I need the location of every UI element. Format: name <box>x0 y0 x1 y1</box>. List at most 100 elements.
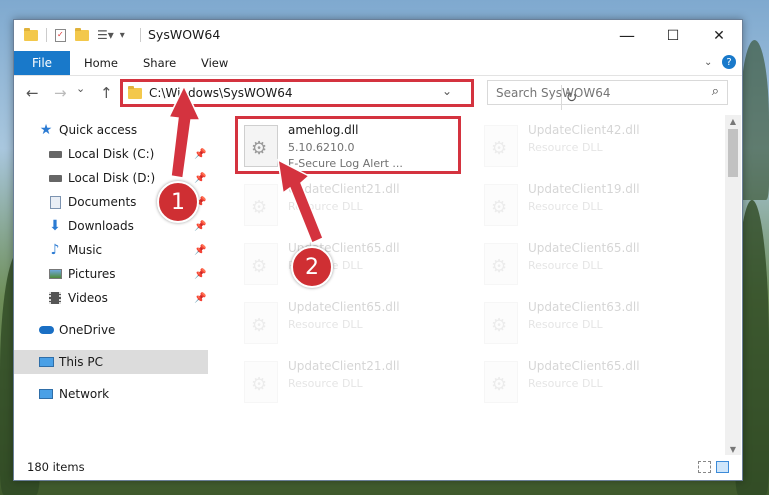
sidebar-item-label: Documents <box>68 195 137 209</box>
vertical-scrollbar[interactable]: ▲ ▼ <box>725 115 741 455</box>
search-box[interactable]: ⌕ <box>487 80 728 105</box>
file-item[interactable]: UpdateClient19.dll Resource DLL <box>480 180 700 236</box>
search-input[interactable] <box>494 85 698 101</box>
sidebar-item-local-disk-c[interactable]: Local Disk (C:) 📌 <box>14 142 208 166</box>
file-description: Resource DLL <box>528 259 603 272</box>
tab-share[interactable]: Share <box>143 51 176 75</box>
file-description: Resource DLL <box>528 318 603 331</box>
file-list: amehlog.dll 5.10.6210.0 F-Secure Log Ale… <box>223 115 725 455</box>
sidebar-item-label: Quick access <box>59 123 138 137</box>
dll-file-icon <box>484 125 518 167</box>
file-item[interactable]: UpdateClient65.dll Resource DLL <box>480 357 700 413</box>
back-button[interactable]: ← <box>26 84 39 102</box>
file-description: Resource DLL <box>528 141 603 154</box>
forward-button[interactable]: → <box>54 84 67 102</box>
file-item[interactable]: UpdateClient42.dll Resource DLL <box>480 121 700 177</box>
new-folder-icon[interactable] <box>75 27 89 41</box>
sidebar-item-label: Pictures <box>68 267 116 281</box>
customize-toolbar-icon[interactable]: ☰▾ <box>97 28 114 42</box>
file-name: UpdateClient63.dll <box>528 300 640 314</box>
status-bar: 180 items <box>14 455 742 480</box>
dll-file-icon <box>484 361 518 403</box>
pin-icon[interactable]: 📌 <box>194 221 206 232</box>
details-view-icon[interactable] <box>698 461 711 473</box>
pin-icon[interactable]: 📌 <box>194 245 206 256</box>
pin-icon[interactable]: 📌 <box>194 149 206 160</box>
videos-icon <box>47 290 63 306</box>
sidebar-item-label: Local Disk (D:) <box>68 171 156 185</box>
sidebar-item-videos[interactable]: Videos 📌 <box>14 286 208 310</box>
address-highlight-box <box>120 79 474 107</box>
star-icon: ★ <box>39 122 53 138</box>
sidebar-item-pictures[interactable]: Pictures 📌 <box>14 262 208 286</box>
drive-icon <box>47 170 63 186</box>
file-name: UpdateClient21.dll <box>288 359 400 373</box>
navigation-pane: ★ Quick access Local Disk (C:) 📌 Local D… <box>14 115 208 455</box>
close-button[interactable]: ✕ <box>696 20 742 51</box>
minimize-button[interactable]: — <box>604 20 650 51</box>
pin-icon[interactable]: 📌 <box>194 173 206 184</box>
tab-view[interactable]: View <box>201 51 228 75</box>
download-icon: ⬇ <box>49 218 61 234</box>
dll-file-icon <box>244 302 278 344</box>
file-description: Resource DLL <box>288 318 363 331</box>
search-icon[interactable]: ⌕ <box>712 84 719 99</box>
scroll-up-icon[interactable]: ▲ <box>725 115 741 127</box>
toolbar-dropdown-icon[interactable]: ▾ <box>120 30 125 41</box>
sidebar-item-label: This PC <box>59 355 103 369</box>
sidebar-item-onedrive[interactable]: OneDrive <box>14 318 208 342</box>
file-name: UpdateClient21.dll <box>288 182 400 196</box>
maximize-button[interactable]: ☐ <box>650 20 696 51</box>
file-item[interactable]: UpdateClient65.dll Resource DLL <box>480 239 700 295</box>
drive-icon <box>47 146 63 162</box>
dll-file-icon <box>244 243 278 285</box>
file-explorer-window: ✓ ☰▾ ▾ SysWOW64 — ☐ ✕ File Home Share Vi… <box>13 19 743 481</box>
sidebar-item-label: Network <box>59 387 110 401</box>
step-badge-1: 1 <box>157 181 199 223</box>
navigation-bar: ← → ⌄ ↑ C:\Windows\SysWOW64 ⌄ ↻ ⌕ <box>14 76 742 110</box>
dll-file-icon <box>484 184 518 226</box>
file-name: UpdateClient42.dll <box>528 123 640 137</box>
help-icon[interactable]: ? <box>722 55 736 69</box>
dll-file-icon <box>484 302 518 344</box>
file-item[interactable]: UpdateClient65.dll Resource DLL <box>240 239 460 295</box>
file-name: UpdateClient65.dll <box>288 300 400 314</box>
large-icons-view-icon[interactable] <box>716 461 729 473</box>
up-button[interactable]: ↑ <box>100 84 113 102</box>
pictures-icon <box>47 266 63 282</box>
file-highlight-box <box>235 116 461 174</box>
file-item[interactable]: UpdateClient21.dll Resource DLL <box>240 357 460 413</box>
folder-icon <box>24 27 38 41</box>
scroll-down-icon[interactable]: ▼ <box>725 443 741 455</box>
file-item[interactable]: UpdateClient63.dll Resource DLL <box>480 298 700 354</box>
sidebar-item-label: Music <box>68 243 103 257</box>
file-name: UpdateClient65.dll <box>528 359 640 373</box>
dll-file-icon <box>244 184 278 226</box>
file-description: Resource DLL <box>288 200 363 213</box>
title-divider <box>140 28 141 42</box>
file-item[interactable]: UpdateClient65.dll Resource DLL <box>240 298 460 354</box>
sidebar-item-label: Downloads <box>68 219 134 233</box>
tab-home[interactable]: Home <box>84 51 118 75</box>
sidebar-item-network[interactable]: Network <box>14 382 208 406</box>
sidebar-item-quick-access[interactable]: ★ Quick access <box>14 118 208 142</box>
sidebar-item-this-pc[interactable]: This PC <box>14 350 208 374</box>
pin-icon[interactable]: 📌 <box>194 269 206 280</box>
computer-icon <box>38 354 54 370</box>
file-description: Resource DLL <box>528 377 603 390</box>
cloud-icon <box>38 322 54 338</box>
properties-icon[interactable]: ✓ <box>55 28 66 42</box>
sidebar-item-label: OneDrive <box>59 323 116 337</box>
tab-file[interactable]: File <box>14 51 70 75</box>
pin-icon[interactable]: 📌 <box>194 293 206 304</box>
file-item[interactable]: UpdateClient21.dll Resource DLL <box>240 180 460 236</box>
network-icon <box>38 386 54 402</box>
dll-file-icon <box>244 361 278 403</box>
scroll-thumb[interactable] <box>728 129 738 177</box>
sidebar-item-music[interactable]: ♪ Music 📌 <box>14 238 208 262</box>
expand-ribbon-icon[interactable]: ⌄ <box>704 57 712 68</box>
recent-locations-button[interactable]: ⌄ <box>76 82 85 95</box>
sidebar-item-label: Local Disk (C:) <box>68 147 155 161</box>
item-count: 180 items <box>27 460 85 474</box>
window-title: SysWOW64 <box>148 27 221 42</box>
